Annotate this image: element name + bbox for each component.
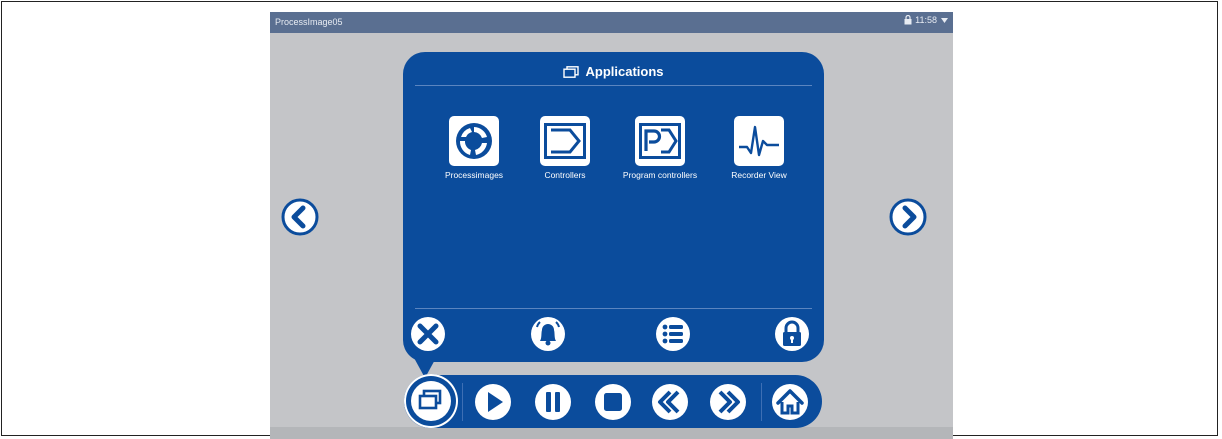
panel-title: Applications (585, 64, 664, 79)
next-page-button[interactable] (889, 198, 927, 236)
play-icon (475, 384, 511, 420)
recorder-view-icon (734, 116, 784, 166)
rewind-button[interactable] (649, 381, 691, 423)
list-button[interactable] (652, 313, 694, 355)
status-area: 11:58 (904, 15, 949, 25)
applications-icon (411, 381, 451, 421)
processimages-icon (449, 116, 499, 166)
controllers-icon (540, 116, 590, 166)
app-label: Processimages (444, 170, 504, 180)
window-title: ProcessImage05 (275, 17, 343, 27)
applications-panel: Applications Processimages Controllers P… (403, 52, 824, 362)
app-program-controllers[interactable]: Program controllers (612, 116, 708, 180)
pause-icon (535, 384, 571, 420)
chevron-right-icon (889, 198, 927, 236)
lock-button[interactable] (771, 313, 813, 355)
app-label: Recorder View (731, 170, 787, 180)
fast-forward-icon (710, 384, 746, 420)
screen-bottom-strip (270, 427, 953, 439)
app-recorder-view[interactable]: Recorder View (711, 116, 807, 180)
toolbar-separator (462, 383, 463, 421)
fast-forward-button[interactable] (707, 381, 749, 423)
windows-icon (563, 65, 580, 78)
close-button[interactable] (407, 313, 449, 355)
clock: 11:58 (915, 15, 937, 25)
bottom-toolbar (404, 375, 822, 428)
chevron-left-icon (281, 198, 319, 236)
list-icon (656, 317, 690, 351)
home-button[interactable] (769, 381, 811, 423)
program-controllers-icon (635, 116, 685, 166)
app-controllers[interactable]: Controllers (517, 116, 613, 180)
lock-icon (775, 317, 809, 351)
chevron-down-icon[interactable] (940, 16, 949, 25)
app-label: Controllers (544, 170, 586, 180)
lock-status-icon (904, 15, 912, 25)
actions-divider (415, 308, 812, 309)
title-bar: ProcessImage05 11:58 (270, 12, 953, 33)
previous-page-button[interactable] (281, 198, 319, 236)
stop-button[interactable] (592, 381, 634, 423)
home-icon (772, 384, 808, 420)
app-label: Program controllers (622, 170, 698, 180)
stop-icon (595, 384, 631, 420)
alarms-button[interactable] (527, 313, 569, 355)
pause-button[interactable] (532, 381, 574, 423)
toolbar-separator (761, 383, 762, 421)
close-icon (411, 317, 445, 351)
header-divider (415, 85, 812, 86)
app-grid: Processimages Controllers Program contro… (403, 116, 824, 196)
bell-icon (531, 317, 565, 351)
rewind-icon (652, 384, 688, 420)
applications-button[interactable] (404, 374, 458, 428)
panel-header: Applications (403, 64, 824, 79)
app-processimages[interactable]: Processimages (426, 116, 522, 180)
play-button[interactable] (472, 381, 514, 423)
